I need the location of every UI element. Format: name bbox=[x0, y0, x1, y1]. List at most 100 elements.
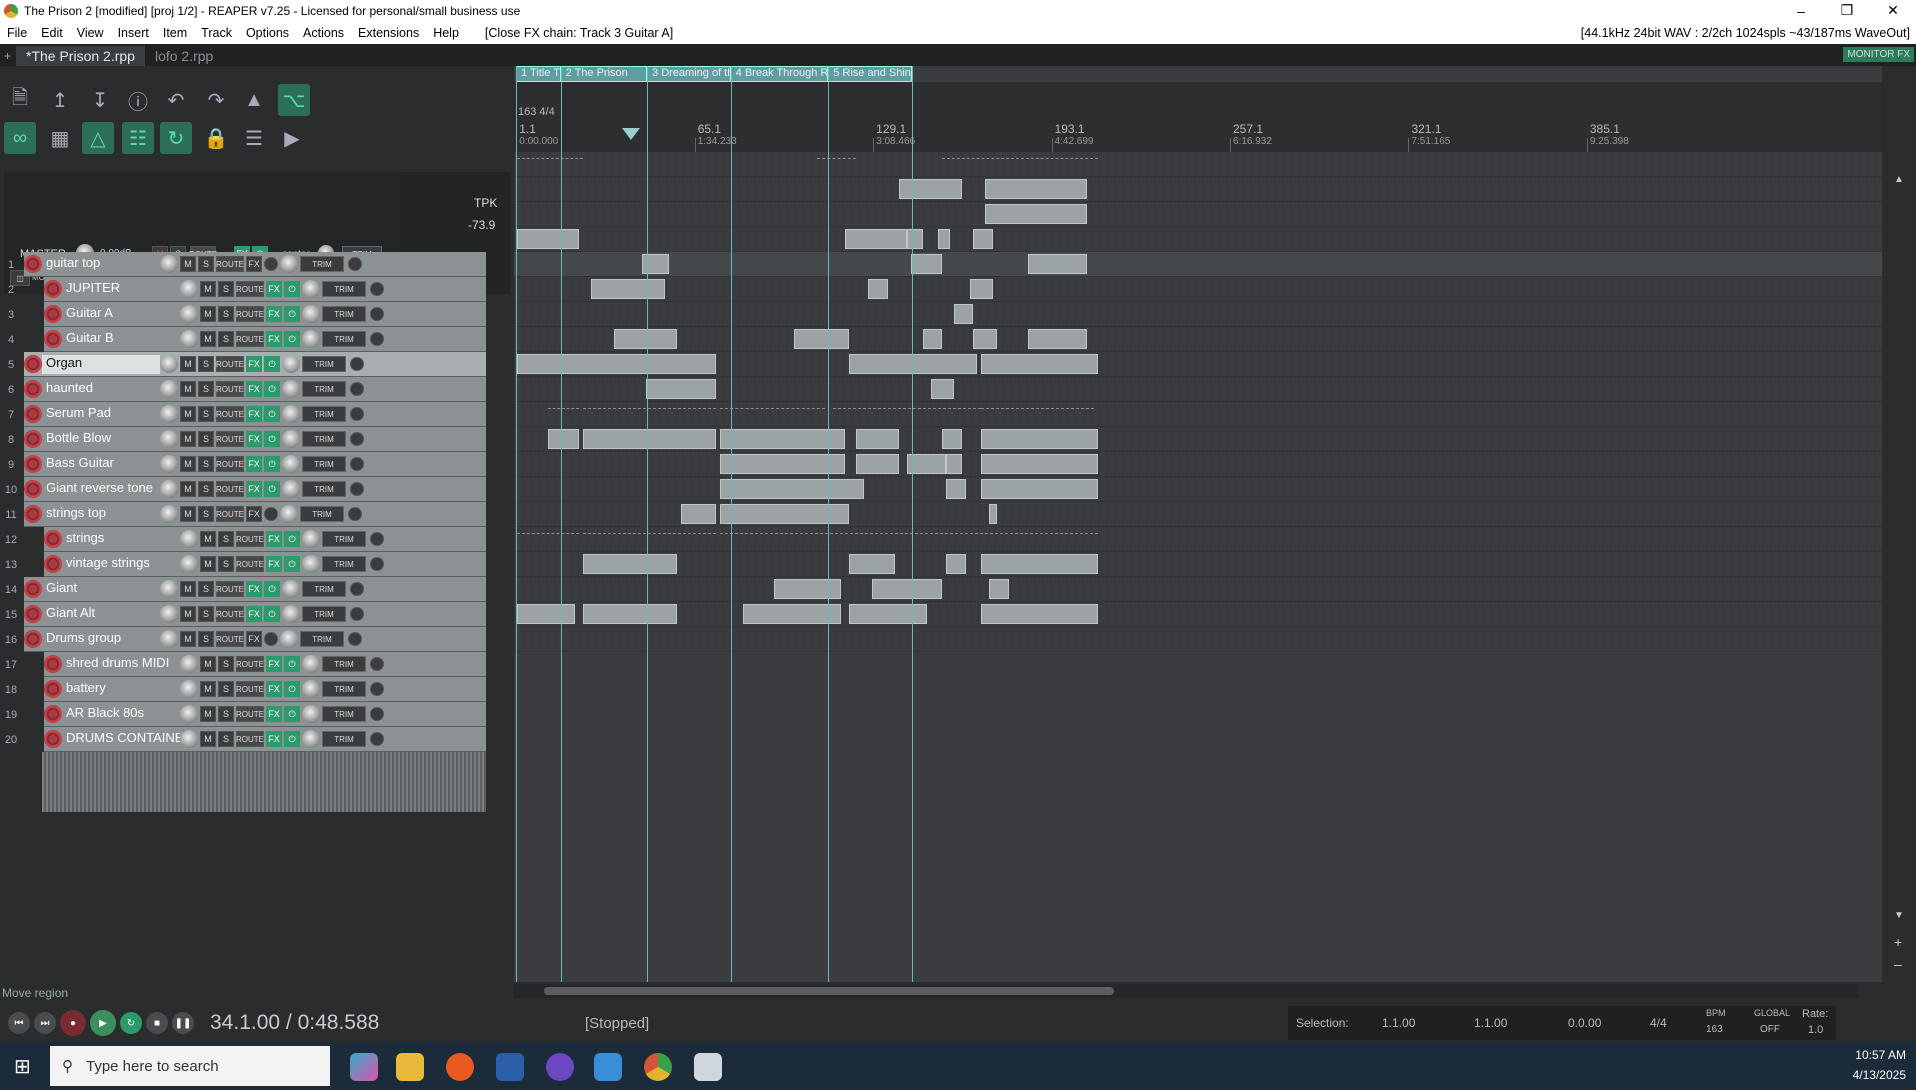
fx-bypass-button[interactable]: ⏻ bbox=[284, 306, 300, 322]
track-header[interactable]: Serum Pad M S ROUTE FX ⏻ TRIM bbox=[24, 402, 486, 427]
scroll-down-icon[interactable]: ▼ bbox=[1894, 910, 1904, 921]
route-button[interactable]: ROUTE bbox=[236, 306, 264, 322]
envelope-button[interactable] bbox=[348, 257, 362, 271]
media-item[interactable] bbox=[981, 554, 1099, 574]
volume-knob[interactable] bbox=[180, 555, 198, 573]
media-item[interactable] bbox=[930, 379, 954, 399]
volume-knob[interactable] bbox=[180, 305, 198, 323]
media-item[interactable] bbox=[989, 579, 1009, 599]
go-to-end-button[interactable]: ⏭ bbox=[34, 1012, 56, 1034]
record-arm-button[interactable] bbox=[24, 405, 42, 423]
mute-button[interactable]: M bbox=[200, 706, 216, 722]
track-name[interactable]: Drums group bbox=[42, 630, 160, 649]
menu-actions[interactable]: Actions bbox=[296, 26, 351, 40]
media-item[interactable] bbox=[899, 179, 962, 199]
track-name[interactable]: Giant reverse tone bbox=[42, 480, 160, 499]
trim-button[interactable]: TRIM bbox=[302, 356, 346, 372]
fx-button[interactable]: FX bbox=[246, 606, 262, 622]
media-item[interactable] bbox=[719, 408, 826, 409]
fx-bypass-button[interactable] bbox=[264, 632, 278, 646]
solo-button[interactable]: S bbox=[218, 306, 234, 322]
solo-button[interactable]: S bbox=[218, 681, 234, 697]
route-button[interactable]: ROUTE bbox=[216, 381, 244, 397]
menu-track[interactable]: Track bbox=[194, 26, 239, 40]
track-header[interactable]: strings M S ROUTE FX ⏻ TRIM bbox=[44, 527, 486, 552]
pan-knob[interactable] bbox=[282, 405, 300, 423]
media-item[interactable] bbox=[793, 329, 849, 349]
new-project-icon[interactable]: 🗎 bbox=[4, 84, 36, 116]
media-item[interactable] bbox=[942, 429, 962, 449]
mute-button[interactable]: M bbox=[180, 356, 196, 372]
track-name[interactable]: Giant Alt bbox=[42, 605, 160, 624]
route-button[interactable]: ROUTE bbox=[216, 456, 244, 472]
track-lane[interactable] bbox=[514, 627, 1882, 652]
record-arm-button[interactable] bbox=[24, 430, 42, 448]
volume-knob[interactable] bbox=[180, 680, 198, 698]
fx-button[interactable]: FX bbox=[266, 331, 282, 347]
windows-start-icon[interactable]: ⊞ bbox=[14, 1054, 31, 1079]
selection-start[interactable]: 1.1.00 bbox=[1382, 1016, 1415, 1030]
record-arm-button[interactable] bbox=[24, 630, 42, 648]
route-button[interactable]: ROUTE bbox=[216, 356, 244, 372]
tab-the-prison-2[interactable]: *The Prison 2.rpp bbox=[16, 46, 145, 66]
track-name[interactable]: Bottle Blow bbox=[42, 430, 160, 449]
fx-button[interactable]: FX bbox=[266, 706, 282, 722]
route-button[interactable]: ROUTE bbox=[236, 706, 264, 722]
volume-knob[interactable] bbox=[180, 280, 198, 298]
pan-knob[interactable] bbox=[280, 630, 298, 648]
item-grouping-icon[interactable]: △ bbox=[82, 122, 114, 154]
pan-knob[interactable] bbox=[302, 305, 320, 323]
track-name[interactable]: DRUMS CONTAINER bbox=[62, 730, 180, 749]
media-item[interactable] bbox=[583, 429, 716, 449]
app-taskbar-icon[interactable] bbox=[694, 1053, 722, 1081]
track-header[interactable]: JUPITER M S ROUTE FX ⏻ TRIM bbox=[44, 277, 486, 302]
envelope-button[interactable] bbox=[350, 482, 364, 496]
volume-knob[interactable] bbox=[160, 630, 178, 648]
fx-button[interactable]: FX bbox=[266, 281, 282, 297]
record-arm-button[interactable] bbox=[24, 580, 42, 598]
track-lane[interactable] bbox=[514, 152, 1882, 177]
fx-button[interactable]: FX bbox=[246, 381, 262, 397]
volume-knob[interactable] bbox=[160, 455, 178, 473]
media-item[interactable] bbox=[719, 429, 845, 449]
route-button[interactable]: ROUTE bbox=[236, 656, 264, 672]
record-arm-button[interactable] bbox=[44, 730, 62, 748]
envelope-button[interactable] bbox=[350, 607, 364, 621]
media-item[interactable] bbox=[856, 429, 900, 449]
lock-icon[interactable]: 🔒 bbox=[200, 122, 232, 154]
volume-knob[interactable] bbox=[160, 505, 178, 523]
trim-button[interactable]: TRIM bbox=[300, 256, 344, 272]
envelope-button[interactable] bbox=[350, 582, 364, 596]
track-row[interactable]: 2 JUPITER M S ROUTE FX ⏻ TRIM bbox=[0, 277, 486, 302]
redo-icon[interactable]: ↷ bbox=[200, 84, 232, 116]
track-row[interactable]: 20 DRUMS CONTAINER MSROUTEFX⏻ TRIM bbox=[0, 727, 486, 752]
track-row[interactable]: 13 vintage strings M S ROUTE FX ⏻ TRIM bbox=[0, 552, 486, 577]
pan-knob[interactable] bbox=[282, 605, 300, 623]
pan-knob[interactable] bbox=[302, 555, 320, 573]
solo-button[interactable]: S bbox=[198, 381, 214, 397]
fx-bypass-button[interactable]: ⏻ bbox=[264, 406, 280, 422]
go-to-start-button[interactable]: ⏮ bbox=[8, 1012, 30, 1034]
messenger-icon[interactable] bbox=[546, 1053, 574, 1081]
track-lane[interactable] bbox=[514, 327, 1882, 352]
transport-position[interactable]: 34.1.00 / 0:48.588 bbox=[210, 1011, 379, 1035]
hscroll-thumb[interactable] bbox=[544, 987, 1114, 995]
snap-icon[interactable]: ☷ bbox=[122, 122, 154, 154]
fx-button[interactable]: FX bbox=[266, 681, 282, 697]
route-button[interactable]: ROUTE bbox=[236, 556, 264, 572]
mute-button[interactable]: M bbox=[200, 331, 216, 347]
envelope-button[interactable] bbox=[370, 682, 384, 696]
track-row[interactable]: 14 Giant M S ROUTE FX ⏻ TRIM bbox=[0, 577, 486, 602]
media-item[interactable] bbox=[973, 329, 997, 349]
reaper-taskbar-icon[interactable] bbox=[644, 1053, 672, 1081]
mute-button[interactable]: M bbox=[200, 306, 216, 322]
fx-bypass-button[interactable]: ⏻ bbox=[284, 331, 300, 347]
track-row[interactable]: 3 Guitar A M S ROUTE FX ⏻ TRIM bbox=[0, 302, 486, 327]
taskbar-search[interactable]: ⚲ Type here to search bbox=[50, 1046, 330, 1086]
track-name[interactable]: strings bbox=[62, 530, 180, 549]
record-arm-button[interactable] bbox=[44, 330, 62, 348]
rate-value[interactable]: 1.0 bbox=[1808, 1024, 1823, 1036]
track-header[interactable]: AR Black 80s M S ROUTE FX ⏻ TRIM bbox=[44, 702, 486, 727]
region-marker[interactable]: 1 Title Theme bbox=[516, 66, 561, 82]
monitor-fx-button[interactable]: MONITOR FX bbox=[1843, 47, 1914, 62]
